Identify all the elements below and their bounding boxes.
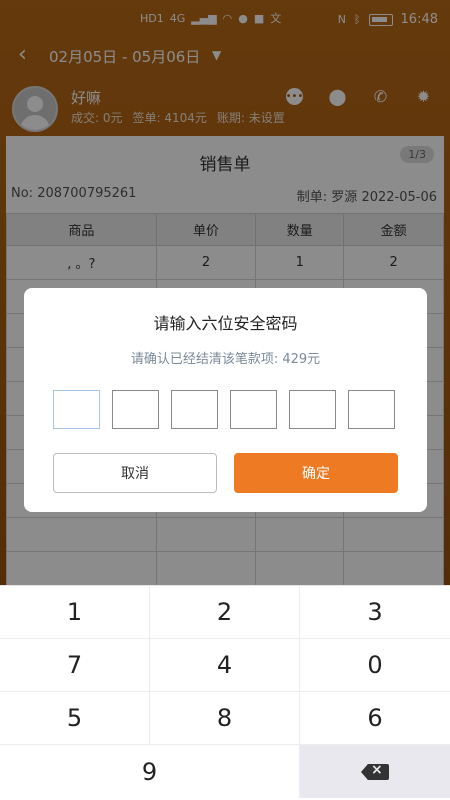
- key-0[interactable]: 0: [300, 639, 450, 692]
- backspace-icon: ×: [361, 762, 389, 780]
- key-9[interactable]: 9: [0, 745, 300, 798]
- cancel-button[interactable]: 取消: [53, 453, 217, 493]
- password-dialog: 请输入六位安全密码 请确认已经结清该笔款项: 429元 取消 确定: [24, 288, 427, 512]
- confirm-button[interactable]: 确定: [234, 453, 398, 493]
- key-8[interactable]: 8: [150, 692, 300, 745]
- dialog-message: 请确认已经结清该笔款项: 429元: [130, 352, 321, 367]
- key-1[interactable]: 1: [0, 586, 150, 639]
- pin-box-1[interactable]: [53, 390, 100, 429]
- numeric-keypad: 1 2 3 7 4 0 5 8 6 9 ×: [0, 585, 450, 800]
- key-5[interactable]: 5: [0, 692, 150, 745]
- key-6[interactable]: 6: [300, 692, 450, 745]
- pin-box-3[interactable]: [171, 390, 218, 429]
- pin-box-2[interactable]: [112, 390, 159, 429]
- key-2[interactable]: 2: [150, 586, 300, 639]
- key-3[interactable]: 3: [300, 586, 450, 639]
- delete-key[interactable]: ×: [300, 745, 450, 798]
- dialog-title: 请输入六位安全密码: [153, 314, 298, 333]
- key-7[interactable]: 7: [0, 639, 150, 692]
- key-4[interactable]: 4: [150, 639, 300, 692]
- pin-box-6[interactable]: [348, 390, 395, 429]
- pin-box-4[interactable]: [230, 390, 277, 429]
- pin-input-row: [53, 390, 395, 429]
- pin-box-5[interactable]: [289, 390, 336, 429]
